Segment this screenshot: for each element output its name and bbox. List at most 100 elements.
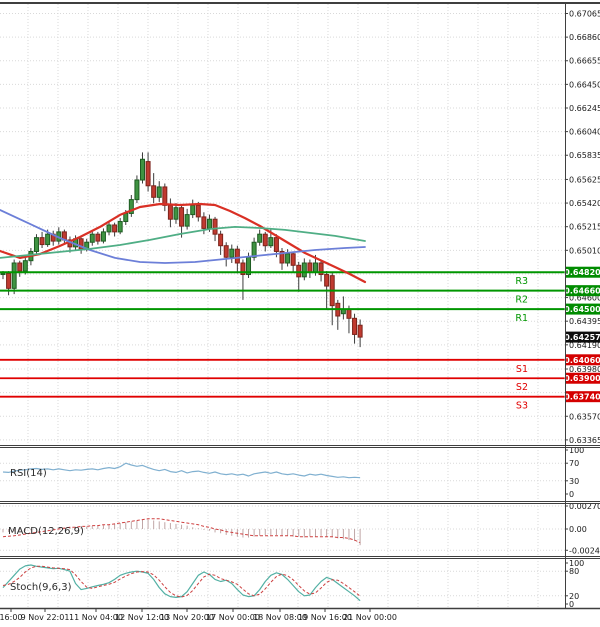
bull-candle-body <box>12 263 16 288</box>
stoch-scale-label: 80 <box>569 567 579 576</box>
panel-borders <box>0 3 600 609</box>
bull-candle-body <box>107 225 111 232</box>
price-tick-label: 0.66860 <box>569 33 600 42</box>
time-axis-label: 17 Nov 00:00 <box>206 613 260 622</box>
bear-candle-body <box>7 273 11 288</box>
stoch-panel <box>0 565 565 601</box>
price-tick-label: 0.64395 <box>569 317 600 326</box>
price-tick-label: 0.67065 <box>569 10 600 19</box>
resistance-label-r1: R1 <box>515 313 528 324</box>
bear-candle-body <box>113 225 117 232</box>
bear-candle-body <box>146 162 150 186</box>
bear-candle-body <box>263 234 267 246</box>
rsi-line <box>3 463 360 478</box>
price-badge-r2-text: 0.64660 <box>564 287 600 296</box>
rsi-indicator-label: RSI(14) <box>10 468 47 479</box>
current-price-badge-text: 0.64257 <box>564 333 600 342</box>
resistance-label-r2: R2 <box>515 295 528 306</box>
time-axis-label: 16:00 <box>0 613 23 622</box>
bull-candle-body <box>1 273 5 274</box>
bear-candle-body <box>40 238 44 245</box>
bull-candle-body <box>258 234 262 242</box>
price-tick-label: 0.65835 <box>569 151 600 160</box>
price-tick-label: 0.63570 <box>569 412 600 421</box>
bull-candle-body <box>90 234 94 242</box>
bear-candle-body <box>213 219 217 234</box>
bull-candle-body <box>191 205 195 214</box>
price-tick-label: 0.65420 <box>569 199 600 208</box>
rsi-scale-label: 0 <box>569 490 574 499</box>
price-tick-label: 0.66655 <box>569 57 600 66</box>
macd-panel <box>0 506 565 550</box>
price-badge-s3-text: 0.63740 <box>564 393 600 402</box>
candlestick-chart[interactable]: R3 R2 R1 S1 S2 S3 0.67065 0.66860 0.66655 0.6645… <box>0 0 600 627</box>
bull-candle-body <box>23 261 27 271</box>
bull-candle-body <box>124 213 128 221</box>
bear-candle-body <box>358 325 362 337</box>
bear-candle-body <box>219 234 223 246</box>
price-and-time-axes: 0.67065 0.66860 0.66655 0.66450 0.66245 0.660… <box>0 10 600 623</box>
trading-chart-window: R3 R2 R1 S1 S2 S3 0.67065 0.66860 0.66655 0.6645… <box>0 0 600 627</box>
time-axis-label: 21 Nov 00:00 <box>343 613 397 622</box>
support-label-s2: S2 <box>516 382 528 393</box>
macd-indicator-label: MACD(12,26,9) <box>8 526 84 537</box>
bull-candle-body <box>286 254 290 263</box>
bull-candle-body <box>174 208 178 220</box>
bull-candle-body <box>302 263 306 277</box>
support-label-s3: S3 <box>516 401 528 412</box>
bull-candle-body <box>230 249 234 257</box>
bull-candle-body <box>101 232 105 241</box>
bull-candle-body <box>157 187 161 197</box>
bear-candle-body <box>325 275 329 287</box>
price-badge-r3-text: 0.64820 <box>564 268 600 277</box>
bull-candle-body <box>34 238 38 252</box>
stoch-scale-label: 0 <box>569 600 574 609</box>
bull-candle-body <box>207 219 211 228</box>
bear-candle-body <box>96 234 100 241</box>
macd-scale-label: 0.00 <box>569 525 587 534</box>
bull-candle-body <box>252 242 256 257</box>
support-label-s1: S1 <box>516 364 528 375</box>
bear-candle-body <box>168 205 172 219</box>
bull-candle-body <box>141 159 145 180</box>
bear-candle-body <box>353 318 357 334</box>
ma-green-line <box>0 227 365 258</box>
bear-candle-body <box>297 265 301 277</box>
time-axis-label: 9 Nov 22:01 <box>21 613 70 622</box>
bull-candle-body <box>46 234 50 244</box>
price-badge-s1-text: 0.64060 <box>564 356 600 365</box>
stoch-indicator-label: Stoch(9,6,3) <box>10 582 72 593</box>
rsi-scale-label: 70 <box>569 459 579 468</box>
bull-candle-body <box>135 180 139 200</box>
rsi-scale-label: 30 <box>569 477 579 486</box>
price-tick-label: 0.63980 <box>569 365 600 374</box>
resistance-label-r3: R3 <box>515 276 528 287</box>
bear-candle-body <box>152 186 156 198</box>
bear-candle-body <box>202 217 206 229</box>
price-badge-r1-text: 0.64500 <box>564 305 600 314</box>
price-tick-label: 0.65215 <box>569 223 600 232</box>
bear-candle-body <box>347 309 351 318</box>
price-tick-label: 0.66245 <box>569 104 600 113</box>
price-tick-label: 0.63365 <box>569 436 600 445</box>
bear-candle-body <box>291 254 295 266</box>
main-price-panel: R3 R2 R1 S1 S2 S3 <box>0 152 565 411</box>
bear-candle-body <box>180 208 184 226</box>
price-tick-label: 0.65625 <box>569 175 600 184</box>
bull-candle-body <box>269 238 273 246</box>
bull-candle-body <box>118 222 122 232</box>
bear-candle-body <box>163 187 167 205</box>
macd-scale-label: -0.002498 <box>569 546 600 555</box>
bull-candle-body <box>313 263 317 272</box>
price-tick-label: 0.66040 <box>569 128 600 137</box>
rsi-panel <box>0 463 565 481</box>
bull-candle-body <box>185 215 189 227</box>
grid-lines <box>0 4 565 607</box>
price-tick-label: 0.65010 <box>569 246 600 255</box>
price-tick-label: 0.66450 <box>569 80 600 89</box>
bear-candle-body <box>18 263 22 271</box>
price-badge-s2-text: 0.63900 <box>564 374 600 383</box>
bear-candle-body <box>235 249 239 263</box>
bear-candle-body <box>308 263 312 272</box>
bear-candle-body <box>196 205 200 217</box>
